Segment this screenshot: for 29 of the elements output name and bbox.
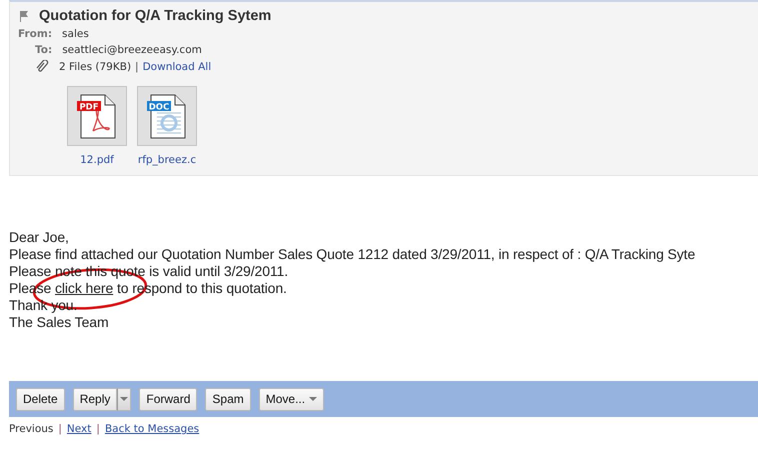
paperclip-icon [35,60,49,74]
files-summary: 2 Files (79KB) [59,61,132,73]
flag-icon [18,10,29,22]
sender-name: sales [62,28,89,40]
separator: | [58,423,62,435]
message-subject: Quotation for Q/A Tracking Sytem [39,8,272,24]
toolbar-button[interactable]: Forward [139,388,198,410]
separator: | [135,61,139,73]
toolbar-button[interactable]: Spam [205,388,251,410]
click-here-link[interactable]: click here [55,280,114,296]
toolbar-button[interactable]: Move... [258,388,324,410]
dropdown-button[interactable] [117,388,132,410]
attachment-thumbnail[interactable]: DOC [137,86,197,146]
recipient-address: seattleci@breezeeasy.com [62,44,202,56]
body-text: Dear Joe, [9,229,69,245]
body-text: The Sales Team [9,314,109,330]
attachment-name[interactable]: 12.pdf [80,154,114,166]
download-all-link[interactable]: Download All [142,61,212,73]
toolbar-button[interactable]: Delete [16,388,65,410]
body-text: Please find attached our Quotation Number Sales Quote 1212 dated 3/29/2011, in respect of : Q/A Tracking Syte [9,246,696,262]
toolbar-button[interactable]: Reply [72,388,118,410]
nav-text: Previous [9,423,54,435]
attachment-thumbnail[interactable]: PDF [67,86,127,146]
nav-link[interactable]: Next [66,423,92,435]
from-label: From: [18,28,52,40]
separator: | [96,423,100,435]
attachment-name[interactable]: rfp_breez.c [138,154,196,166]
nav-link[interactable]: Back to Messages [104,423,200,435]
to-label: To: [35,44,52,56]
